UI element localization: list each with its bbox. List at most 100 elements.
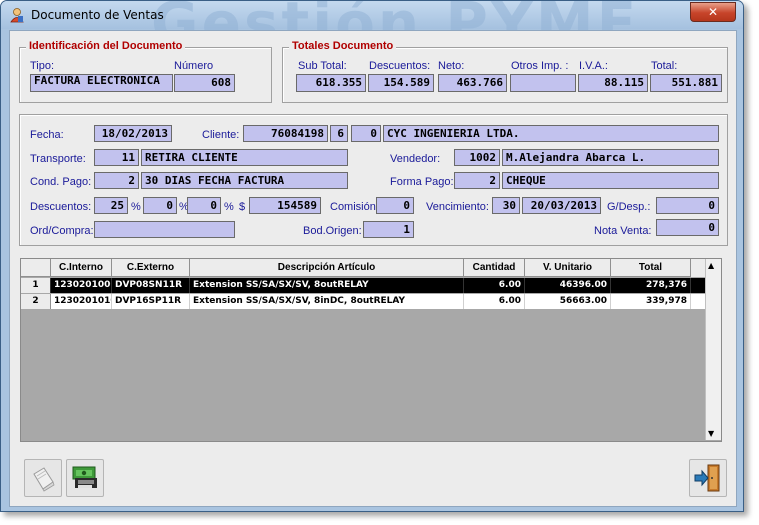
cell-c-interno[interactable]: 1230201006 xyxy=(51,278,112,293)
cliente-nombre-field[interactable]: CYC INGENIERIA LTDA. xyxy=(383,125,719,142)
column-header-c-externo[interactable]: C.Externo xyxy=(112,259,190,277)
exit-button[interactable] xyxy=(689,459,727,497)
cliente-rut-field[interactable]: 76084198 xyxy=(243,125,328,142)
tipo-label: Tipo: xyxy=(30,60,55,72)
table-row[interactable]: 2 1230201010 DVP16SP11R Extension SS/SA/… xyxy=(21,294,705,309)
column-header-total[interactable]: Total xyxy=(611,259,691,277)
forma-pago-desc-field[interactable]: CHEQUE xyxy=(502,172,719,189)
iva-label: I.V.A.: xyxy=(579,60,608,72)
column-header-cantidad[interactable]: Cantidad xyxy=(464,259,525,277)
bod-origen-field[interactable]: 1 xyxy=(363,221,414,238)
column-header-c-interno[interactable]: C.Interno xyxy=(51,259,112,277)
table-row[interactable]: 1 1230201006 DVP08SN11R Extension SS/SA/… xyxy=(21,278,705,293)
transporte-label: Transporte: xyxy=(30,153,86,165)
iva-field[interactable]: 88.115 xyxy=(578,74,648,92)
forma-pago-label: Forma Pago: xyxy=(390,176,454,188)
app-user-icon xyxy=(10,8,24,23)
desc-monto-field[interactable]: 154589 xyxy=(249,197,321,214)
vencimiento-label: Vencimiento: xyxy=(426,201,489,213)
cell-total[interactable]: 339,978 xyxy=(611,294,691,309)
close-button[interactable]: ✕ xyxy=(690,2,736,22)
neto-label: Neto: xyxy=(438,60,465,72)
cell-c-interno[interactable]: 1230201010 xyxy=(51,294,112,309)
close-icon: ✕ xyxy=(707,5,719,19)
vendedor-code-field[interactable]: 1002 xyxy=(454,149,500,166)
cliente-suc-field[interactable]: 0 xyxy=(351,125,381,142)
scroll-up-icon[interactable]: ▲ xyxy=(708,261,714,270)
cell-c-externo[interactable]: DVP08SN11R xyxy=(112,278,190,293)
cond-pago-desc-field[interactable]: 30 DIAS FECHA FACTURA xyxy=(141,172,348,189)
window: Gestión PYME Documento de Ventas ✕ Ident… xyxy=(0,0,744,512)
client-area: Identificación del Documento Tipo: Númer… xyxy=(9,30,737,507)
nota-venta-field[interactable]: 0 xyxy=(656,219,719,236)
transporte-desc-field[interactable]: RETIRA CLIENTE xyxy=(141,149,348,166)
otros-imp-label: Otros Imp. : xyxy=(511,60,569,72)
detalle-group: Fecha: 18/02/2013 Cliente: 76084198 6 0 … xyxy=(19,114,728,246)
title-bar[interactable]: Gestión PYME Documento de Ventas ✕ xyxy=(1,1,743,57)
desc3-field[interactable]: 0 xyxy=(187,197,221,214)
totales-group: Totales Documento Sub Total: Descuentos:… xyxy=(282,40,728,103)
gdesp-label: G/Desp.: xyxy=(607,201,651,213)
pct3-label: % xyxy=(224,201,234,213)
descuentos-total-label: Descuentos: xyxy=(369,60,431,72)
document-icon xyxy=(33,467,55,492)
ord-compra-label: Ord/Compra: xyxy=(30,225,94,237)
cell-c-externo[interactable]: DVP16SP11R xyxy=(112,294,190,309)
row-number: 2 xyxy=(21,294,51,309)
identificacion-group: Identificación del Documento Tipo: Númer… xyxy=(19,40,272,103)
cell-total[interactable]: 278,376 xyxy=(611,278,691,293)
vendedor-label: Vendedor: xyxy=(390,153,441,165)
cond-pago-code-field[interactable]: 2 xyxy=(94,172,139,189)
transporte-code-field[interactable]: 11 xyxy=(94,149,139,166)
desc2-field[interactable]: 0 xyxy=(143,197,177,214)
numero-label: Número xyxy=(174,60,214,72)
cell-v-unitario[interactable]: 46396.00 xyxy=(525,278,611,293)
identificacion-legend: Identificación del Documento xyxy=(26,40,186,52)
subtotal-field[interactable]: 618.355 xyxy=(296,74,366,92)
venc-dias-field[interactable]: 30 xyxy=(492,197,520,214)
pct1-label: % xyxy=(131,201,141,213)
items-grid[interactable]: C.Interno C.Externo Descripción Artículo… xyxy=(20,258,722,442)
nota-venta-label: Nota Venta: xyxy=(594,225,652,237)
money-print-icon xyxy=(72,466,97,488)
total-label: Total: xyxy=(651,60,678,72)
numero-field[interactable]: 608 xyxy=(174,74,235,92)
ord-compra-field[interactable] xyxy=(94,221,235,238)
cell-cantidad[interactable]: 6.00 xyxy=(464,278,525,293)
bod-origen-label: Bod.Origen: xyxy=(303,225,362,237)
comision-field[interactable]: 0 xyxy=(376,197,414,214)
fecha-field[interactable]: 18/02/2013 xyxy=(94,125,172,142)
cell-cantidad[interactable]: 6.00 xyxy=(464,294,525,309)
otros-imp-field[interactable] xyxy=(510,74,576,92)
descuentos-total-field[interactable]: 154.589 xyxy=(368,74,434,92)
scroll-down-icon[interactable]: ▼ xyxy=(708,429,714,438)
fecha-label: Fecha: xyxy=(30,129,64,141)
subtotal-label: Sub Total: xyxy=(298,60,347,72)
tipo-field[interactable]: FACTURA ELECTRONICA xyxy=(30,74,173,92)
cond-pago-label: Cond. Pago: xyxy=(30,176,92,188)
total-field[interactable]: 551.881 xyxy=(650,74,722,92)
cell-v-unitario[interactable]: 56663.00 xyxy=(525,294,611,309)
column-header-descripcion[interactable]: Descripción Artículo xyxy=(190,259,464,277)
document-button[interactable] xyxy=(24,459,62,497)
window-title: Documento de Ventas xyxy=(31,8,164,22)
cliente-label: Cliente: xyxy=(202,129,240,141)
totales-legend: Totales Documento xyxy=(289,40,397,52)
money-print-button[interactable] xyxy=(66,459,104,497)
row-number: 1 xyxy=(21,278,51,293)
vertical-scrollbar[interactable]: ▲ ▼ xyxy=(705,259,721,440)
column-header-v-unitario[interactable]: V. Unitario xyxy=(525,259,611,277)
cell-descripcion[interactable]: Extension SS/SA/SX/SV, 8outRELAY xyxy=(190,278,464,293)
comision-label: Comisión: xyxy=(330,201,379,213)
vendedor-nombre-field[interactable]: M.Alejandra Abarca L. xyxy=(502,149,719,166)
cliente-dv-field[interactable]: 6 xyxy=(330,125,348,142)
dollar-label: $ xyxy=(239,201,246,213)
desc1-field[interactable]: 25 xyxy=(94,197,128,214)
neto-field[interactable]: 463.766 xyxy=(438,74,507,92)
cell-descripcion[interactable]: Extension SS/SA/SX/SV, 8inDC, 8outRELAY xyxy=(190,294,464,309)
grid-header: C.Interno C.Externo Descripción Artículo… xyxy=(21,259,705,277)
gdesp-field[interactable]: 0 xyxy=(656,197,719,214)
exit-door-icon xyxy=(694,464,720,492)
forma-pago-code-field[interactable]: 2 xyxy=(454,172,500,189)
venc-fecha-field[interactable]: 20/03/2013 xyxy=(522,197,601,214)
